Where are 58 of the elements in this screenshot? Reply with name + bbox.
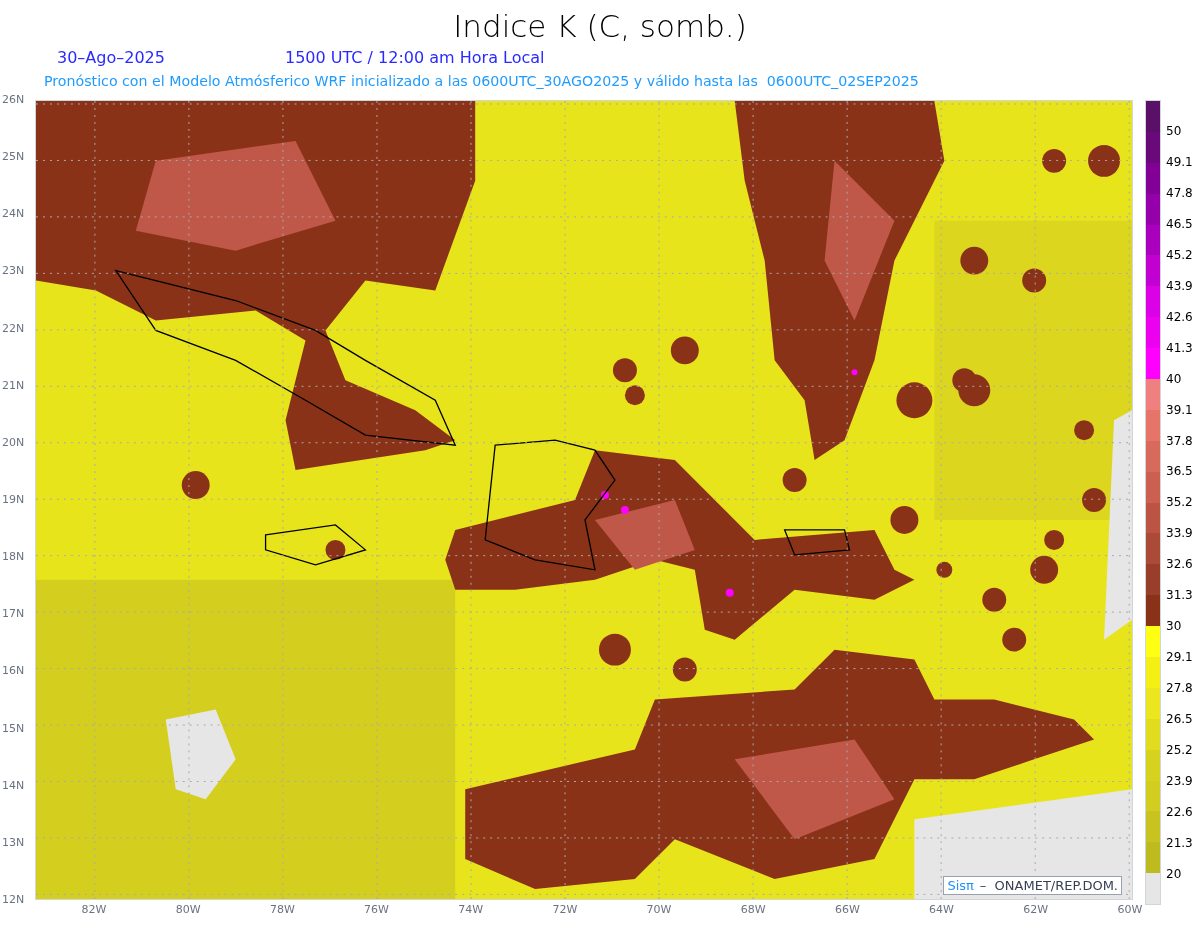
colorbar-label: 39.1 xyxy=(1166,403,1193,416)
colorbar-label: 29.1 xyxy=(1166,651,1193,664)
colorbar-label: 35.2 xyxy=(1166,496,1193,509)
chart-title: Indice K (C, somb.) xyxy=(453,11,747,42)
colorbar-label: 47.8 xyxy=(1166,186,1193,199)
colorbar-label: 21.3 xyxy=(1166,836,1193,849)
latitude-label: 24N xyxy=(1,208,26,221)
colorbar-label: 36.5 xyxy=(1166,465,1193,478)
colorbar-label: 32.6 xyxy=(1166,558,1193,571)
longitude-label: 60W xyxy=(1116,904,1144,915)
latitude-label: 26N xyxy=(1,94,26,106)
latitude-label: 20N xyxy=(1,436,26,449)
colorbar-label: 43.9 xyxy=(1166,279,1193,292)
colorbar-label: 40 xyxy=(1166,372,1182,385)
colorbar-label: 41.3 xyxy=(1166,341,1193,354)
colorbar-label: 30 xyxy=(1166,620,1182,633)
longitude-label: 78W xyxy=(268,904,296,915)
colorbar-label: 50 xyxy=(1166,124,1182,137)
latitude-label: 12N xyxy=(1,893,26,906)
colorbar-label: 45.2 xyxy=(1166,248,1193,261)
latitude-label: 16N xyxy=(1,665,26,678)
colorbar-label: 42.6 xyxy=(1166,310,1193,323)
agency-text: – ONAMET/REP.DOM. xyxy=(979,877,1118,894)
longitude-label: 70W xyxy=(645,904,673,915)
colorbar-label: 23.9 xyxy=(1166,775,1193,787)
latitude-label: 17N xyxy=(1,608,26,621)
longitude-label: 72W xyxy=(551,904,579,915)
latitude-label: 19N xyxy=(1,494,26,506)
colorbar-label: 25.2 xyxy=(1166,744,1193,757)
colorbar-label: 49.1 xyxy=(1166,155,1193,168)
longitude-label: 82W xyxy=(80,904,108,915)
colorbar-label: 37.8 xyxy=(1166,434,1193,447)
latitude-label: 14N xyxy=(1,779,26,792)
longitude-label: 62W xyxy=(1022,904,1050,915)
colorbar-label: 22.6 xyxy=(1166,805,1193,818)
colorbar-label: 20 xyxy=(1166,867,1182,880)
latitude-label: 21N xyxy=(1,379,26,392)
forecast-date: 30–Ago–2025 xyxy=(57,50,166,66)
longitude-label: 68W xyxy=(739,904,767,915)
latitude-label: 18N xyxy=(1,551,26,564)
colorbar-label: 33.9 xyxy=(1166,527,1193,540)
latitude-label: 22N xyxy=(1,322,26,335)
longitude-label: 66W xyxy=(833,904,861,915)
colorbar-label: 46.5 xyxy=(1166,217,1193,230)
latitude-label: 25N xyxy=(1,151,26,164)
longitude-label: 76W xyxy=(363,904,390,915)
latitude-label: 23N xyxy=(1,265,26,278)
colorbar-label: 31.3 xyxy=(1166,589,1193,602)
colorbar-label: 26.5 xyxy=(1166,713,1193,726)
longitude-label: 74W xyxy=(457,904,485,915)
brand-text: Sisπ xyxy=(947,877,974,894)
longitude-label: 80W xyxy=(174,904,202,915)
forecast-time: 1500 UTC / 12:00 am Hora Local xyxy=(285,50,545,66)
forecast-subtitle: Pronóstico con el Modelo Atmósferico WRF inicializado a las 0600UTC_30AGO2025 y válido hasta las 0600UTC_02SEP2025 xyxy=(44,73,919,88)
latitude-label: 13N xyxy=(1,836,26,849)
colorbar-label: 27.8 xyxy=(1166,682,1193,695)
longitude-label: 64W xyxy=(928,904,955,915)
latitude-label: 15N xyxy=(1,722,26,735)
